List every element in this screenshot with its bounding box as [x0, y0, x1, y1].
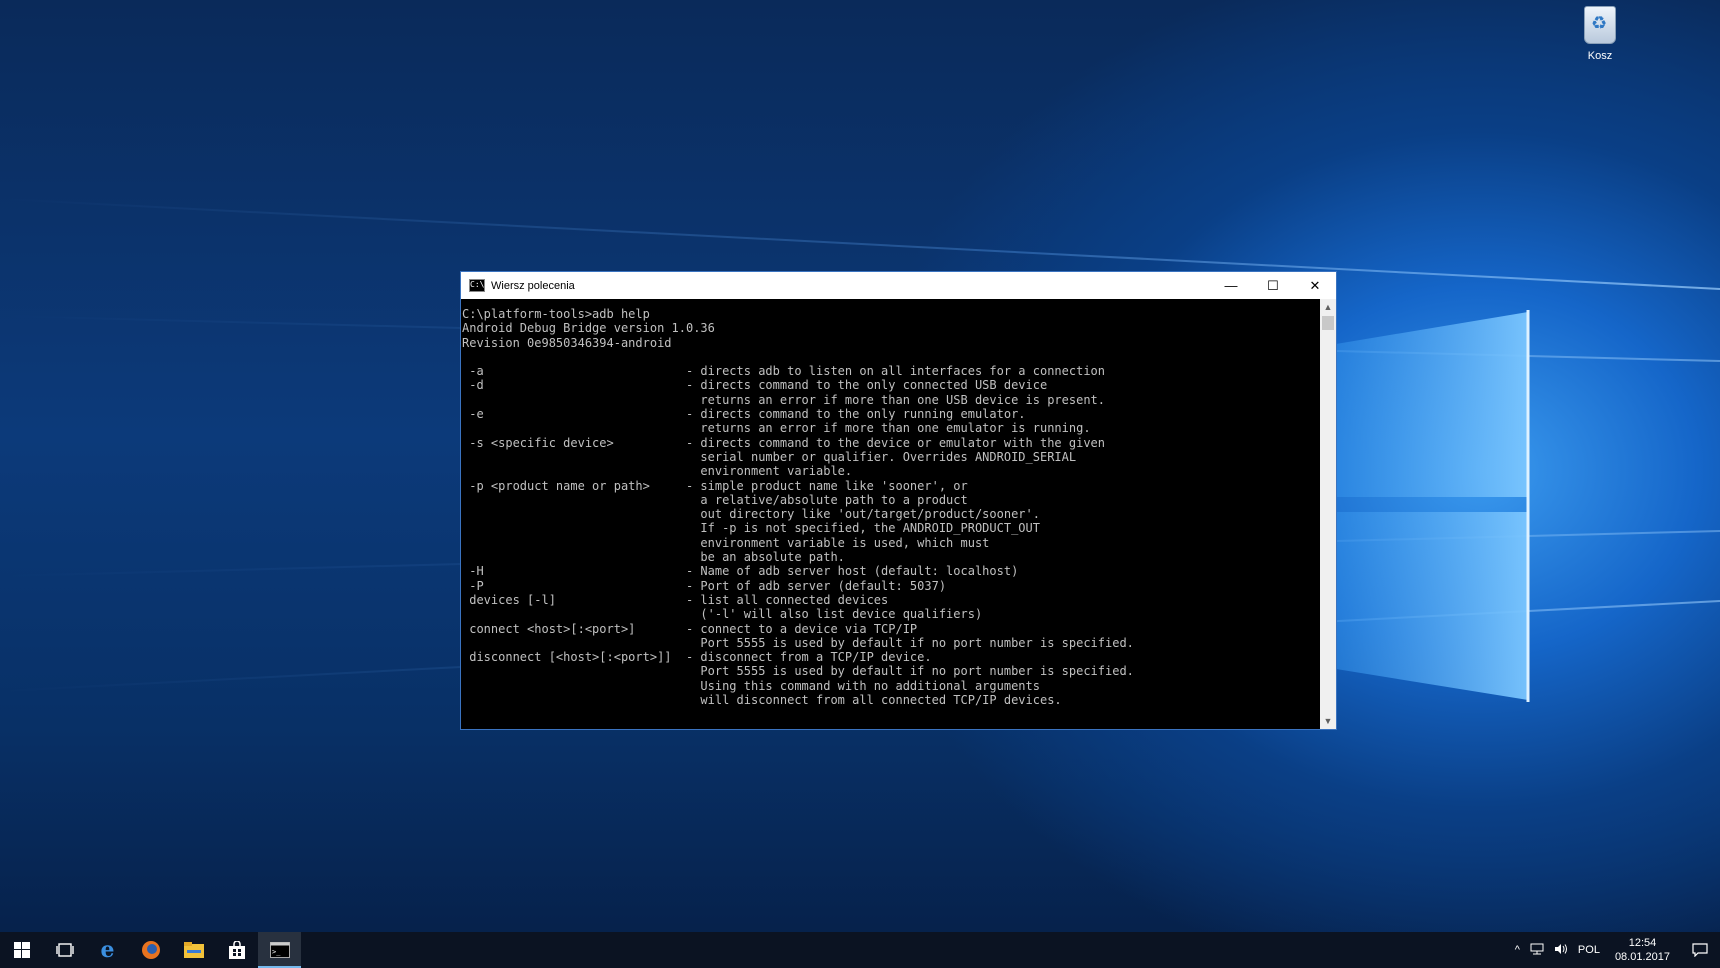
console-line: -P - Port of adb server (default: 5037): [462, 578, 947, 593]
clock[interactable]: 12:54 08.01.2017: [1605, 936, 1680, 964]
recycle-bin-label: Kosz: [1587, 50, 1613, 62]
start-button[interactable]: [0, 932, 43, 968]
console-line: Using this command with no additional ar…: [462, 678, 1040, 693]
input-language[interactable]: POL: [1573, 944, 1605, 956]
taskbar-cmd[interactable]: >_: [258, 932, 301, 968]
minimize-button[interactable]: —: [1210, 272, 1252, 299]
console-line: -p <product name or path> - simple produ…: [462, 478, 968, 493]
windows-logo-wallpaper: [1330, 310, 1530, 702]
console-line: -s <specific device> - directs command t…: [462, 435, 1105, 450]
clock-date: 08.01.2017: [1614, 951, 1670, 963]
edge-icon: e: [100, 937, 115, 963]
start-icon: [13, 942, 30, 958]
scroll-up-arrow-icon[interactable]: ▲: [1320, 299, 1336, 315]
task-view-button[interactable]: [43, 932, 86, 968]
store-icon: [228, 941, 245, 959]
recycle-bin-icon: [1584, 6, 1616, 44]
console-line: returns an error if more than one USB de…: [462, 392, 1105, 407]
file-explorer-icon: [183, 942, 204, 958]
taskbar: e >_ ^ POL 12:54 08.01.2017: [0, 932, 1720, 968]
console-line: Revision 0e9850346394-android: [462, 335, 672, 350]
recycle-bin[interactable]: Kosz: [1572, 6, 1628, 62]
taskbar-store[interactable]: [215, 932, 258, 968]
scroll-thumb[interactable]: [1322, 316, 1334, 330]
console-line: out directory like 'out/target/product/s…: [462, 507, 1040, 522]
maximize-button[interactable]: ☐: [1252, 272, 1294, 299]
console-line: -d - directs command to the only connect…: [462, 378, 1048, 393]
system-tray: ^ POL 12:54 08.01.2017: [1510, 932, 1720, 968]
console-line: a relative/absolute path to a product: [462, 492, 968, 507]
console-line: environment variable is used, which must: [462, 535, 990, 550]
title-bar[interactable]: C:\ Wiersz polecenia — ☐ ✕: [461, 272, 1336, 299]
window-title: Wiersz polecenia: [491, 279, 575, 292]
console-line: If -p is not specified, the ANDROID_PROD…: [462, 521, 1040, 536]
volume-icon[interactable]: [1549, 943, 1573, 958]
tray-overflow-chevron-icon[interactable]: ^: [1510, 944, 1525, 956]
console-line: disconnect [<host>[:<port>]] - disconnec…: [462, 650, 932, 665]
taskbar-file-explorer[interactable]: [172, 932, 215, 968]
console-line: will disconnect from all connected TCP/I…: [462, 693, 1062, 708]
cmd-app-icon: C:\: [469, 279, 485, 292]
console-line: ('-l' will also list device qualifiers): [462, 607, 983, 622]
console-line: Port 5555 is used by default if no port …: [462, 664, 1134, 679]
vertical-scrollbar[interactable]: ▲ ▼: [1320, 299, 1336, 729]
console-line: serial number or qualifier. Overrides AN…: [462, 449, 1077, 464]
cmd-icon: >_: [269, 942, 290, 958]
console-line: -H - Name of adb server host (default: l…: [462, 564, 1019, 579]
network-icon[interactable]: [1525, 943, 1549, 958]
console-line: Android Debug Bridge version 1.0.36: [462, 321, 715, 336]
console-line: environment variable.: [462, 464, 853, 479]
console-line: connect <host>[:<port>] - connect to a d…: [462, 621, 918, 636]
firefox-icon: [141, 941, 160, 959]
console-line: Port 5555 is used by default if no port …: [462, 635, 1134, 650]
console-line: C:\platform-tools>adb help: [462, 307, 650, 321]
console-output[interactable]: C:\platform-tools>adb help Android Debug …: [462, 299, 1320, 729]
task-view-icon: [55, 943, 74, 957]
taskbar-firefox[interactable]: [129, 932, 172, 968]
close-button[interactable]: ✕: [1294, 272, 1336, 299]
console-line: returns an error if more than one emulat…: [462, 421, 1091, 436]
cmd-window[interactable]: C:\ Wiersz polecenia — ☐ ✕ C:\platform-t…: [460, 271, 1337, 730]
console-line: -a - directs adb to listen on all interf…: [462, 364, 1105, 379]
clock-time: 12:54: [1628, 937, 1657, 949]
console-line: -e - directs command to the only running…: [462, 407, 1026, 422]
svg-text:>_: >_: [272, 948, 281, 956]
scroll-down-arrow-icon[interactable]: ▼: [1320, 713, 1336, 729]
console-line: devices [-l] - list all connected device…: [462, 592, 889, 607]
action-center-button[interactable]: [1680, 932, 1720, 968]
taskbar-edge[interactable]: e: [86, 932, 129, 968]
notification-icon: [1692, 943, 1708, 957]
console-line: be an absolute path.: [462, 550, 845, 565]
